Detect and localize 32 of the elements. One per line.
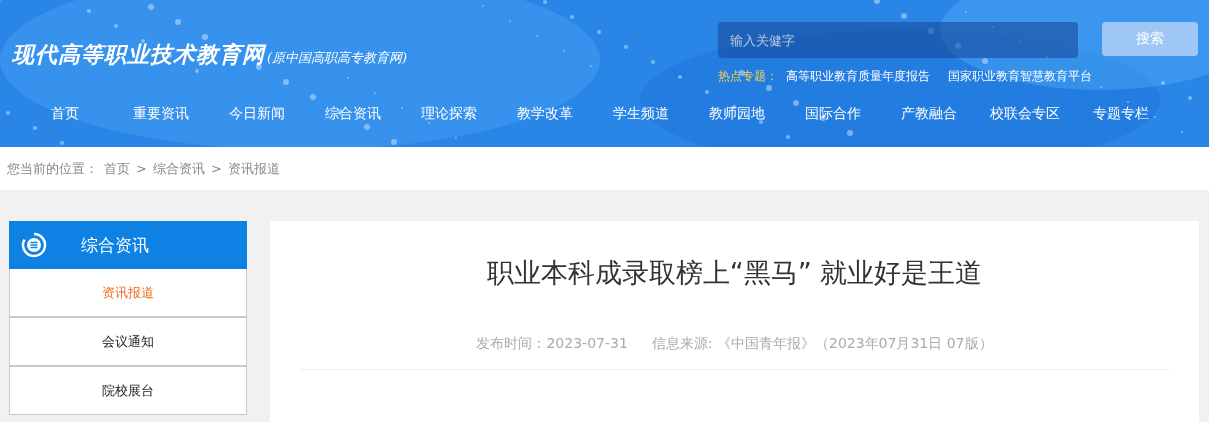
hot-topic-link[interactable]: 国家职业教育智慧教育平台 (948, 68, 1092, 85)
nav-link[interactable]: 专题专栏 (1073, 105, 1169, 123)
hot-topic-link[interactable]: 高等职业教育质量年度报告 (786, 68, 930, 85)
breadcrumb-label: 您当前的位置： (7, 159, 98, 178)
article-meta: 发布时间：2023-07-31 (476, 335, 628, 353)
nav-link[interactable]: 国际合作 (785, 105, 881, 123)
sidebar-title: 综合资讯 (81, 233, 149, 257)
breadcrumb-link[interactable]: 资讯报道 (227, 159, 280, 178)
hot-topics-label: 热点专题： (718, 68, 778, 85)
nav-link[interactable]: 校联会专区 (977, 105, 1073, 123)
sidebar-item[interactable]: 资讯报道 (9, 269, 247, 317)
breadcrumb-separator: > (136, 161, 147, 176)
article-title: 职业本科成录取榜上“黑马” 就业好是王道 (485, 256, 984, 290)
breadcrumb-link[interactable]: 首页 (104, 159, 130, 178)
nav-link[interactable]: 产教融合 (881, 105, 977, 123)
site-title: 现代高等职业技术教育网 (12, 40, 265, 69)
nav-link[interactable]: 教师园地 (689, 105, 785, 123)
nav-link[interactable]: 综合资讯 (305, 105, 401, 123)
nav-link[interactable]: 重要资讯 (113, 105, 209, 123)
nav-link[interactable]: 学生频道 (593, 105, 689, 123)
breadcrumb-separator: > (210, 161, 222, 176)
article-meta: 信息来源: 《中国青年报》（2023年07月31日 07版） (651, 335, 993, 353)
nav-link[interactable]: 今日新闻 (209, 105, 305, 123)
sidebar-item[interactable]: 院校展台 (9, 366, 247, 415)
menu-icon (21, 232, 47, 258)
site-subtitle: (原中国高职高专教育网) (267, 49, 408, 67)
nav-link[interactable]: 首页 (17, 105, 113, 123)
nav-link[interactable]: 教学改革 (497, 105, 593, 123)
nav-link[interactable]: 理论探索 (401, 105, 497, 123)
breadcrumb-link[interactable]: 综合资讯 (152, 159, 205, 178)
search-field[interactable]: 输入关健字 (718, 22, 1078, 58)
sidebar-item[interactable]: 会议通知 (9, 317, 247, 366)
